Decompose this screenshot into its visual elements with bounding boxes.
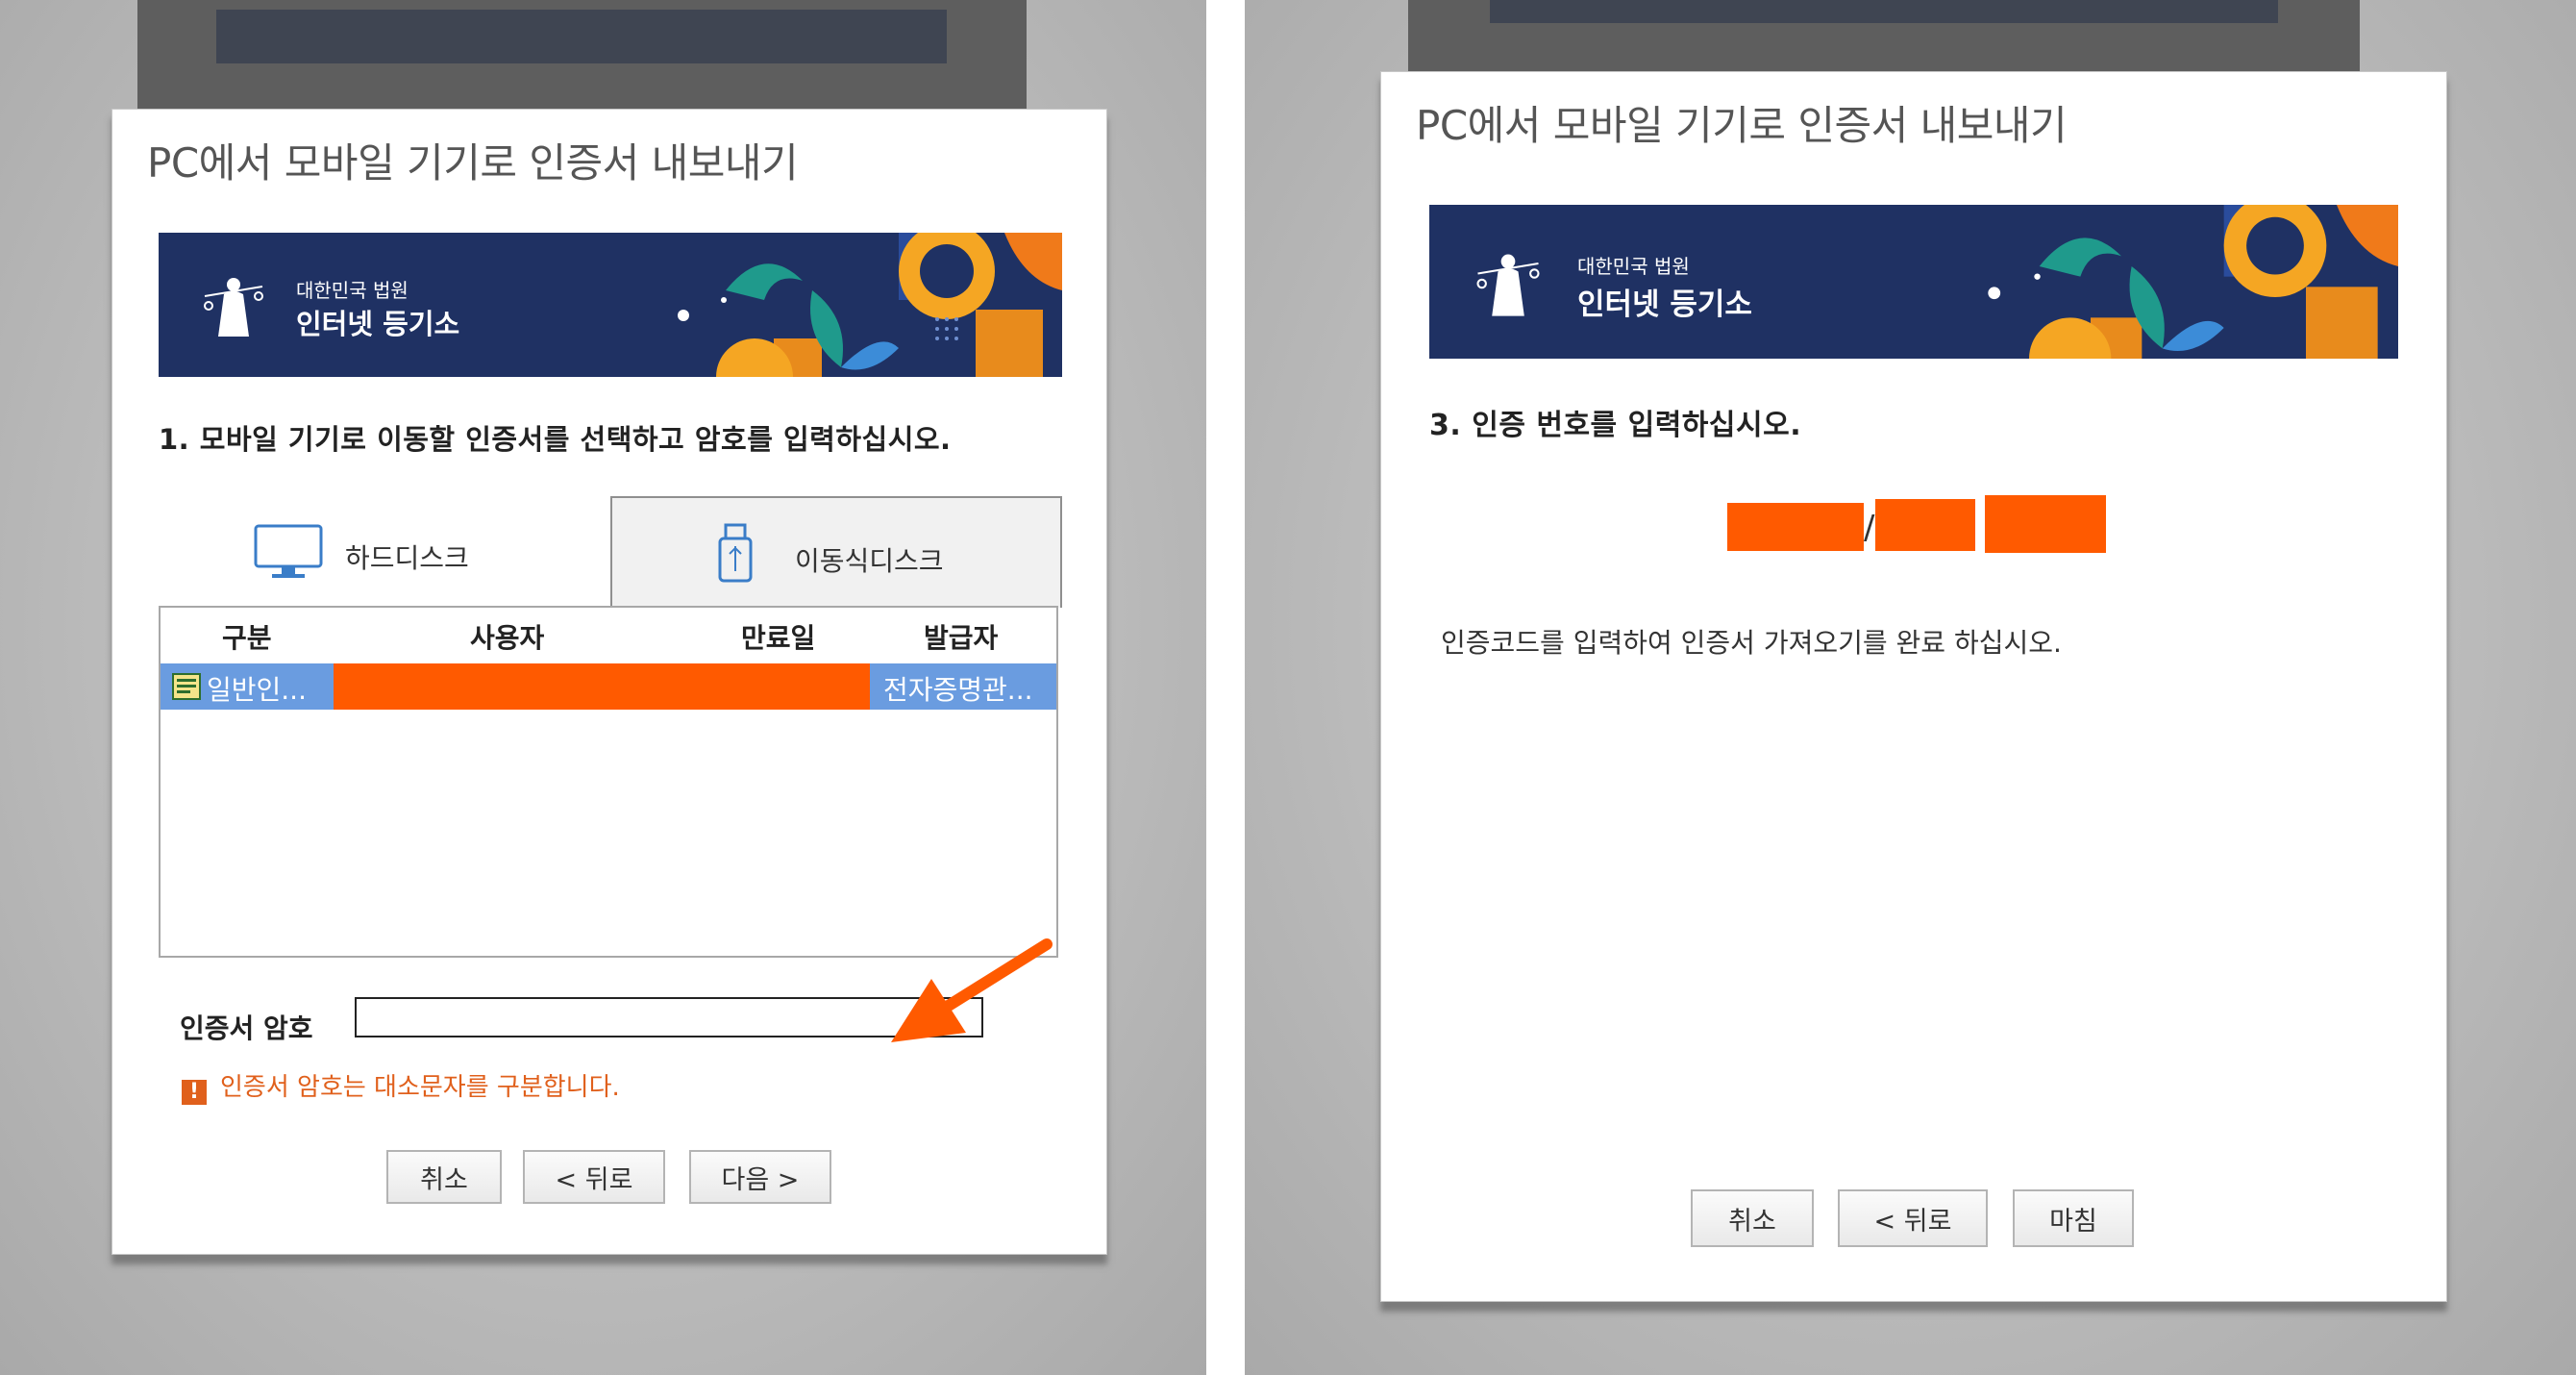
cancel-button[interactable]: 취소 xyxy=(1691,1189,1814,1247)
dialog-title: PC에서 모바일 기기로 인증서 내보내기 xyxy=(1416,102,2068,149)
code-part-2 xyxy=(1875,499,1975,551)
redacted-user-expiry xyxy=(334,663,870,710)
step-instruction: 1. 모바일 기기로 이동할 인증서를 선택하고 암호를 입력하십시오. xyxy=(159,423,952,456)
back-button[interactable]: < 뒤로 xyxy=(1838,1189,1988,1247)
banner-decoration xyxy=(678,233,1062,377)
code-part-1 xyxy=(1727,503,1864,551)
annotation-arrow-icon xyxy=(891,938,1053,1042)
completion-message: 인증코드를 입력하여 인증서 가져오기를 완료 하십시오. xyxy=(1441,627,2062,659)
cell-type: 일반인... xyxy=(207,674,307,706)
tab-removable-disk-label: 이동식디스크 xyxy=(795,545,944,577)
iros-banner: 대한민국 법원 인터넷 등기소 xyxy=(1429,205,2398,359)
justice-lady-icon xyxy=(1476,254,1540,316)
next-button[interactable]: 다음 > xyxy=(689,1150,831,1204)
case-sensitive-warning: ! 인증서 암호는 대소문자를 구분합니다. xyxy=(182,1067,620,1105)
export-dialog-step1: PC에서 모바일 기기로 인증서 내보내기 대한민국 법원 인터넷 등기소 1.… xyxy=(111,109,1107,1255)
code-part-3 xyxy=(1985,495,2106,553)
left-screenshot-panel: PC에서 모바일 기기로 인증서 내보내기 대한민국 법원 인터넷 등기소 1.… xyxy=(0,0,1206,1375)
col-user[interactable]: 사용자 xyxy=(470,617,544,656)
tab-removable-disk[interactable]: 이동식디스크 xyxy=(610,496,1062,608)
back-button[interactable]: < 뒤로 xyxy=(523,1150,665,1204)
export-dialog-step3: PC에서 모바일 기기로 인증서 내보내기 대한민국 법원 인터넷 등기소 3.… xyxy=(1380,71,2447,1302)
col-expiry[interactable]: 만료일 xyxy=(741,617,815,656)
banner-decoration xyxy=(1988,205,2398,359)
col-type[interactable]: 구분 xyxy=(222,617,272,656)
banner-service: 인터넷 등기소 xyxy=(296,308,460,340)
verification-code-display: / xyxy=(1727,495,2112,557)
cancel-button[interactable]: 취소 xyxy=(386,1150,502,1204)
tab-hard-disk[interactable]: 하드디스크 xyxy=(159,496,610,606)
monitor-icon xyxy=(254,524,323,578)
certificate-icon xyxy=(172,673,201,700)
code-separator: / xyxy=(1864,509,1875,547)
table-header: 구분 사용자 만료일 발급자 xyxy=(161,608,1056,660)
right-screenshot-panel: PC에서 모바일 기기로 인증서 내보내기 대한민국 법원 인터넷 등기소 3.… xyxy=(1245,0,2576,1375)
banner-org: 대한민국 법원 xyxy=(1577,255,1690,278)
tab-hard-disk-label: 하드디스크 xyxy=(345,542,469,574)
usb-icon xyxy=(718,523,753,583)
banner-service: 인터넷 등기소 xyxy=(1577,288,1752,322)
col-issuer[interactable]: 발급자 xyxy=(924,617,998,656)
table-row[interactable]: 일반인... 전자증명관... xyxy=(161,663,1056,710)
finish-button[interactable]: 마침 xyxy=(2013,1189,2134,1247)
panel-divider xyxy=(1206,0,1245,1375)
banner-org: 대한민국 법원 xyxy=(296,279,409,302)
dialog-title: PC에서 모바일 기기로 인증서 내보내기 xyxy=(147,139,799,187)
warning-text: 인증서 암호는 대소문자를 구분합니다. xyxy=(220,1073,620,1102)
iros-banner: 대한민국 법원 인터넷 등기소 xyxy=(159,233,1062,377)
cell-issuer: 전자증명관... xyxy=(883,674,1033,706)
warning-icon: ! xyxy=(182,1080,207,1105)
certificate-table: 구분 사용자 만료일 발급자 일반인... 전자증명관... xyxy=(159,606,1058,958)
background-window xyxy=(137,0,1027,115)
password-label: 인증서 암호 xyxy=(180,1012,313,1044)
step-instruction: 3. 인증 번호를 입력하십시오. xyxy=(1429,409,1802,442)
justice-lady-icon xyxy=(204,278,263,337)
